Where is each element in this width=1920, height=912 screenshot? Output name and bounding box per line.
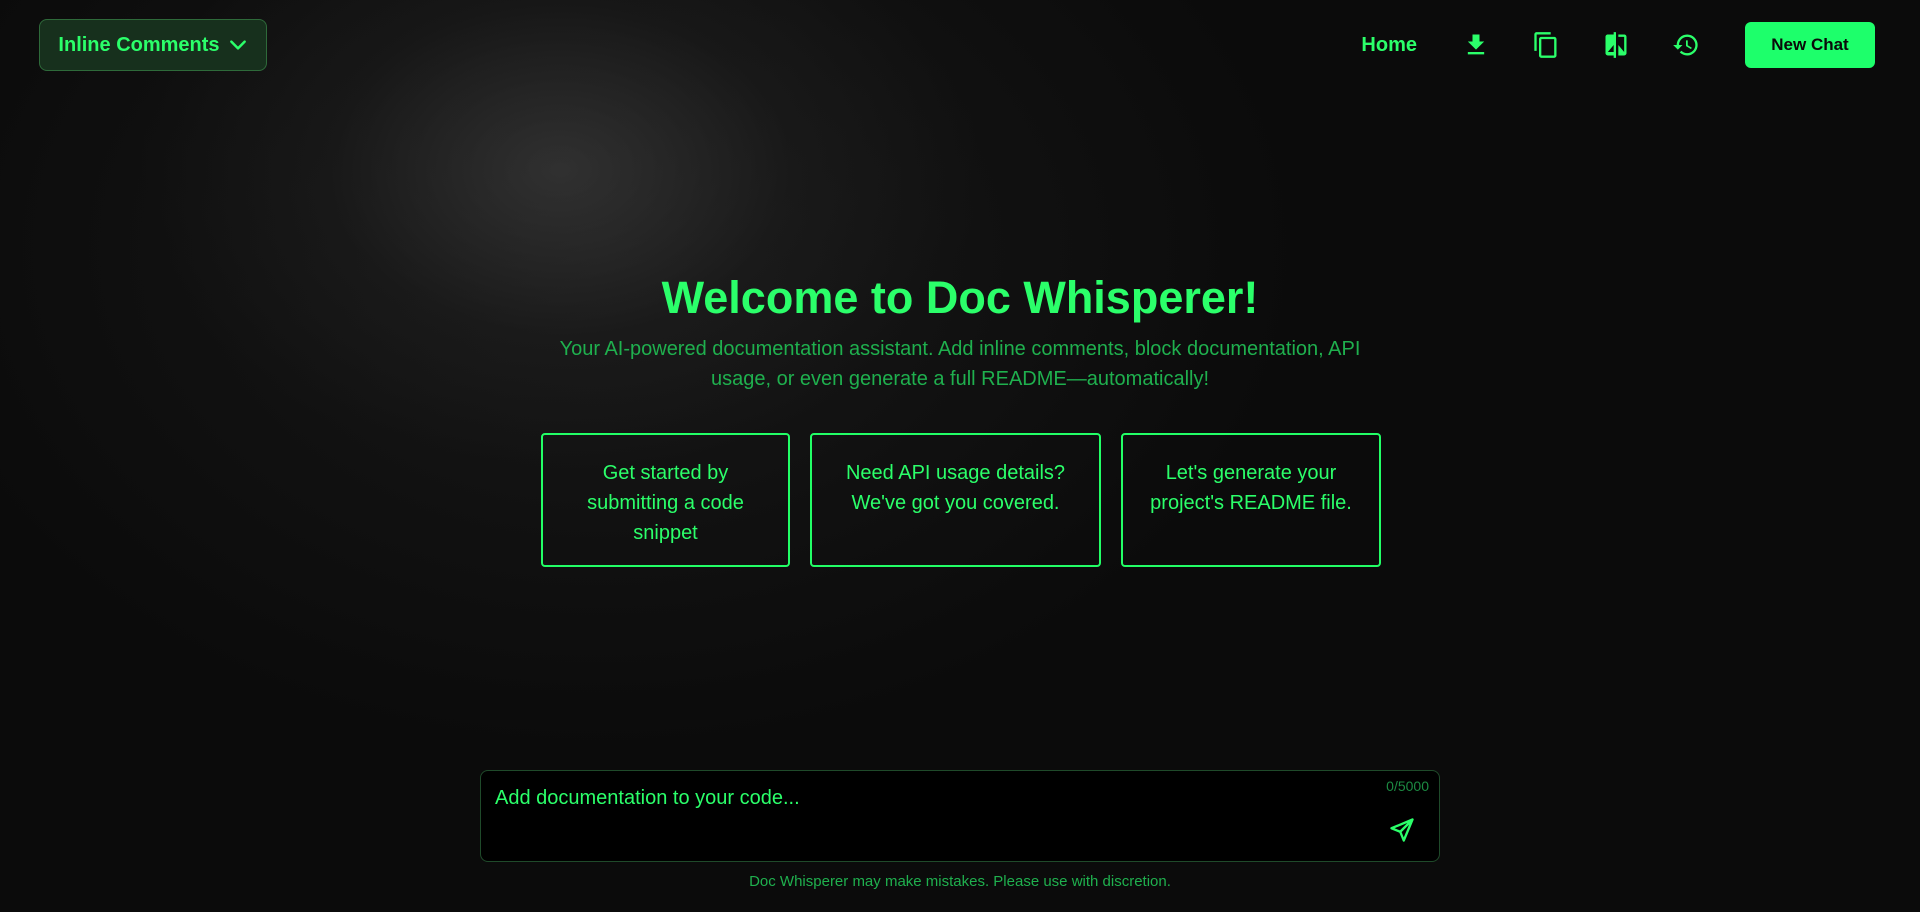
send-button[interactable] <box>1387 815 1417 845</box>
prompt-input[interactable] <box>495 787 1355 847</box>
top-nav: Home New Chat <box>1361 22 1875 68</box>
compare-icon <box>1605 32 1627 58</box>
download-icon <box>1467 34 1485 55</box>
page: Inline Comments Home New Chat Welcome to… <box>0 0 1920 912</box>
copy-icon <box>1534 32 1557 58</box>
suggestion-card-code-snippet[interactable]: Get started by submitting a code snippet <box>541 433 790 567</box>
copy-button[interactable] <box>1531 30 1561 60</box>
disclaimer-text: Doc Whisperer may make mistakes. Please … <box>749 873 1171 890</box>
suggestion-cards: Get started by submitting a code snippet… <box>0 433 1920 567</box>
download-button[interactable] <box>1461 30 1491 60</box>
suggestion-card-readme[interactable]: Let's generate your project's README fil… <box>1121 433 1381 567</box>
suggestion-card-api-usage[interactable]: Need API usage details? We've got you co… <box>810 433 1101 567</box>
mode-dropdown[interactable]: Inline Comments <box>39 19 267 71</box>
home-link[interactable]: Home <box>1361 34 1417 57</box>
page-subtitle: Your AI-powered documentation assistant.… <box>559 338 1361 390</box>
new-chat-button[interactable]: New Chat <box>1745 22 1875 68</box>
chevron-down-icon <box>229 40 246 50</box>
send-icon <box>1390 818 1414 842</box>
history-button[interactable] <box>1671 30 1701 60</box>
history-icon <box>1673 34 1698 56</box>
page-title: Welcome to Doc Whisperer! <box>661 272 1259 323</box>
compare-button[interactable] <box>1601 30 1631 60</box>
character-counter: 0/5000 <box>1386 778 1429 794</box>
mode-dropdown-label: Inline Comments <box>58 33 220 56</box>
composer: 0/5000 <box>480 770 1440 862</box>
